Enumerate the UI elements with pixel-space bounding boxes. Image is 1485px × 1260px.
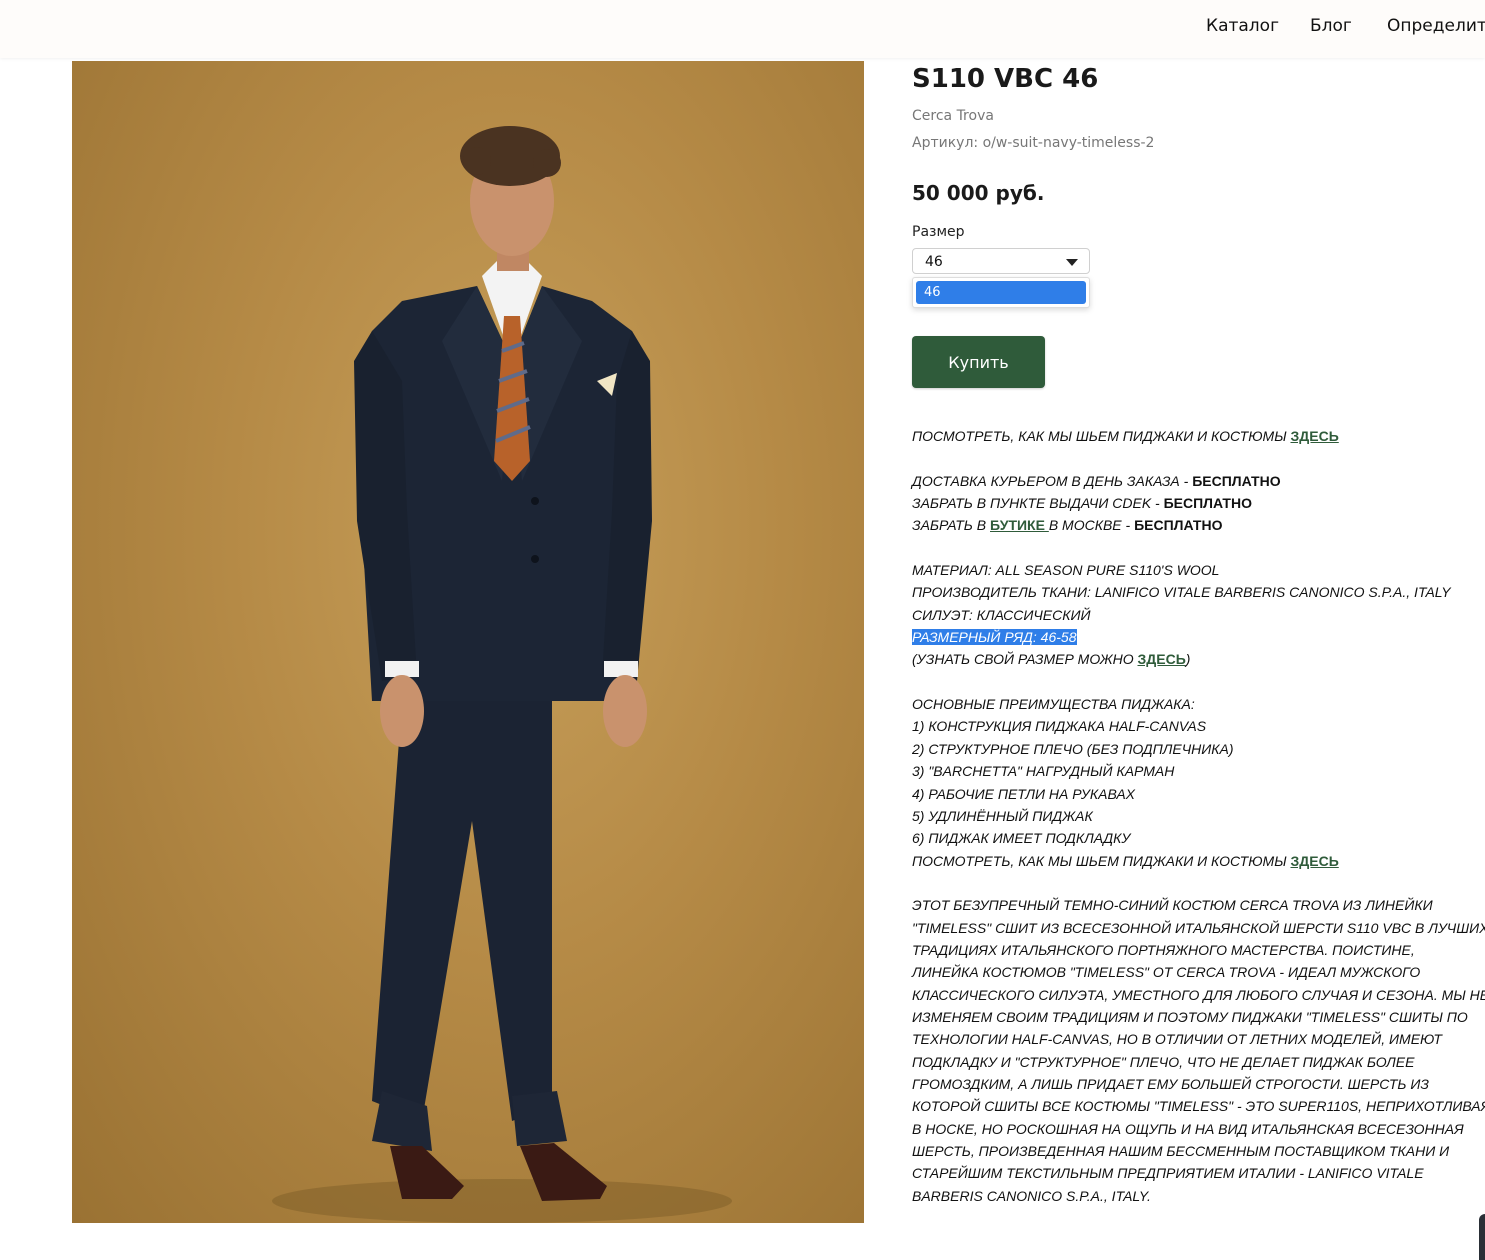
desc-long-line: ТЕХНОЛОГИИ HALF-CANVAS, НО В ОТЛИЧИИ ОТ … <box>912 1031 1442 1048</box>
size-dropdown-menu: 46 <box>912 277 1090 308</box>
desc-view-line-2: ПОСМОТРЕТЬ, КАК МЫ ШЬЕМ ПИДЖАКИ И КОСТЮМ… <box>912 852 1339 869</box>
top-navigation-bar: Каталог Блог Определить <box>0 0 1485 58</box>
product-price: 50 000 руб. <box>912 181 1045 205</box>
desc-silhouette-line: СИЛУЭТ: КЛАССИЧЕСКИЙ <box>912 606 1091 623</box>
benefit-item: 4) РАБОЧИЕ ПЕТЛИ НА РУКАВАХ <box>912 785 1136 802</box>
view-here-link[interactable]: ЗДЕСЬ <box>1291 428 1339 444</box>
desc-long-line: В НОСКЕ, НО РОСКОШНАЯ НА ОЩУПЬ И НА ВИД … <box>912 1120 1464 1137</box>
desc-know-size-line: (УЗНАТЬ СВОЙ РАЗМЕР МОЖНО ЗДЕСЬ) <box>912 651 1191 668</box>
suit-model-illustration <box>272 126 732 1223</box>
product-sku: Артикул: o/w-suit-navy-timeless-2 <box>912 135 1155 151</box>
benefit-item: 5) УДЛИНЁННЫЙ ПИДЖАК <box>912 807 1093 824</box>
desc-long-line: СТАРЕЙШИМ ТЕКСТИЛЬНЫМ ПРЕДПРИЯТИЕМ ИТАЛИ… <box>912 1165 1424 1182</box>
desc-long-line: КОТОРОЙ СШИТЫ ВСЕ КОСТЮМЫ "TIMELESS" - Э… <box>912 1098 1485 1115</box>
desc-long-line: ПОДКЛАДКУ И "СТРУКТУРНОЕ" ПЛЕЧО, ЧТО НЕ … <box>912 1053 1415 1070</box>
view-here-link-2[interactable]: ЗДЕСЬ <box>1291 853 1339 869</box>
desc-long-line: ЛИНЕЙКА КОСТЮМОВ "TIMELESS" ОТ CERCA TRO… <box>912 964 1421 981</box>
boutique-link[interactable]: БУТИКЕ <box>990 517 1049 533</box>
nav-define-link[interactable]: Определить <box>1387 16 1485 36</box>
product-title: S110 VBC 46 <box>912 64 1099 94</box>
desc-size-range-line: РАЗМЕРНЫЙ РЯД: 46-58 <box>912 626 1468 648</box>
desc-long-line: ЭТОТ БЕЗУПРЕЧНЫЙ ТЕМНО-СИНИЙ КОСТЮМ CERC… <box>912 897 1433 914</box>
chevron-down-icon <box>1066 259 1078 266</box>
product-photo[interactable] <box>72 61 864 1223</box>
product-description: ПОСМОТРЕТЬ, КАК МЫ ШЬЕМ ПИДЖАКИ И КОСТЮМ… <box>912 425 1485 1207</box>
desc-benefits-title: ОСНОВНЫЕ ПРЕИМУЩЕСТВА ПИДЖАКА: <box>912 696 1195 713</box>
buy-button[interactable]: Купить <box>912 336 1045 388</box>
nav-catalog-link[interactable]: Каталог <box>1206 16 1279 36</box>
desc-long-line: ШЕРСТЬ, ПРОИЗВЕДЕННАЯ НАШИМ БЕССМЕННЫМ П… <box>912 1143 1450 1159</box>
desc-cdek-line: ЗАБРАТЬ В ПУНКТЕ ВЫДАЧИ CDEK - БЕСПЛАТНО <box>912 495 1252 512</box>
desc-long-line: КЛАССИЧЕСКОГО СИЛУЭТА, УМЕСТНОГО ДЛЯ ЛЮБ… <box>912 986 1485 1003</box>
desc-long-line: ГРОМОЗДКИМ, А ЛИШЬ ПРИДАЕТ ЕМУ БОЛЬШЕЙ С… <box>912 1075 1430 1092</box>
size-select[interactable]: 46 <box>912 248 1090 274</box>
benefit-item: 2) СТРУКТУРНОЕ ПЛЕЧО (БЕЗ ПОДПЛЕЧНИКА) <box>912 740 1234 757</box>
desc-delivery-line: ДОСТАВКА КУРЬЕРОМ В ДЕНЬ ЗАКАЗА - БЕСПЛА… <box>912 472 1281 489</box>
benefit-item: 1) КОНСТРУКЦИЯ ПИДЖАКА HALF-CANVAS <box>912 718 1207 735</box>
size-option-46[interactable]: 46 <box>916 281 1086 304</box>
chat-widget-edge[interactable] <box>1479 1214 1485 1260</box>
benefit-item: 3) "BARCHETTA" НАГРУДНЫЙ КАРМАН <box>912 763 1175 780</box>
desc-long-line: ИЗМЕНЯЕМ СВОИМ ТРАДИЦИЯМ И ПОЭТОМУ ПИДЖА… <box>912 1008 1468 1025</box>
size-select-value: 46 <box>925 254 943 270</box>
size-range-selection: РАЗМЕРНЫЙ РЯД: 46-58 <box>912 629 1077 646</box>
desc-long-line: ТРАДИЦИЯХ ИТАЛЬЯНСКОГО ПОРТНЯЖНОГО МАСТЕ… <box>912 941 1415 958</box>
desc-boutique-line: ЗАБРАТЬ В БУТИКЕ В МОСКВЕ - БЕСПЛАТНО <box>912 517 1223 534</box>
desc-long-line: BARBERIS CANONICO S.P.A., ITALY. <box>912 1187 1151 1204</box>
nav-blog-link[interactable]: Блог <box>1310 16 1352 36</box>
size-guide-link[interactable]: ЗДЕСЬ <box>1138 651 1186 667</box>
product-brand: Cerca Trova <box>912 108 994 124</box>
size-option-label: 46 <box>924 285 941 300</box>
desc-long-line: "TIMELESS" СШИТ ИЗ ВСЕСЕЗОННОЙ ИТАЛЬЯНСК… <box>912 919 1485 936</box>
desc-material-line: МАТЕРИАЛ: ALL SEASON PURE S110'S WOOL <box>912 562 1220 579</box>
desc-producer-line: ПРОИЗВОДИТЕЛЬ ТКАНИ: LANIFICO VITALE BAR… <box>912 584 1451 601</box>
desc-view-line: ПОСМОТРЕТЬ, КАК МЫ ШЬЕМ ПИДЖАКИ И КОСТЮМ… <box>912 428 1339 444</box>
size-label: Размер <box>912 224 965 240</box>
benefit-item: 6) ПИДЖАК ИМЕЕТ ПОДКЛАДКУ <box>912 830 1131 847</box>
